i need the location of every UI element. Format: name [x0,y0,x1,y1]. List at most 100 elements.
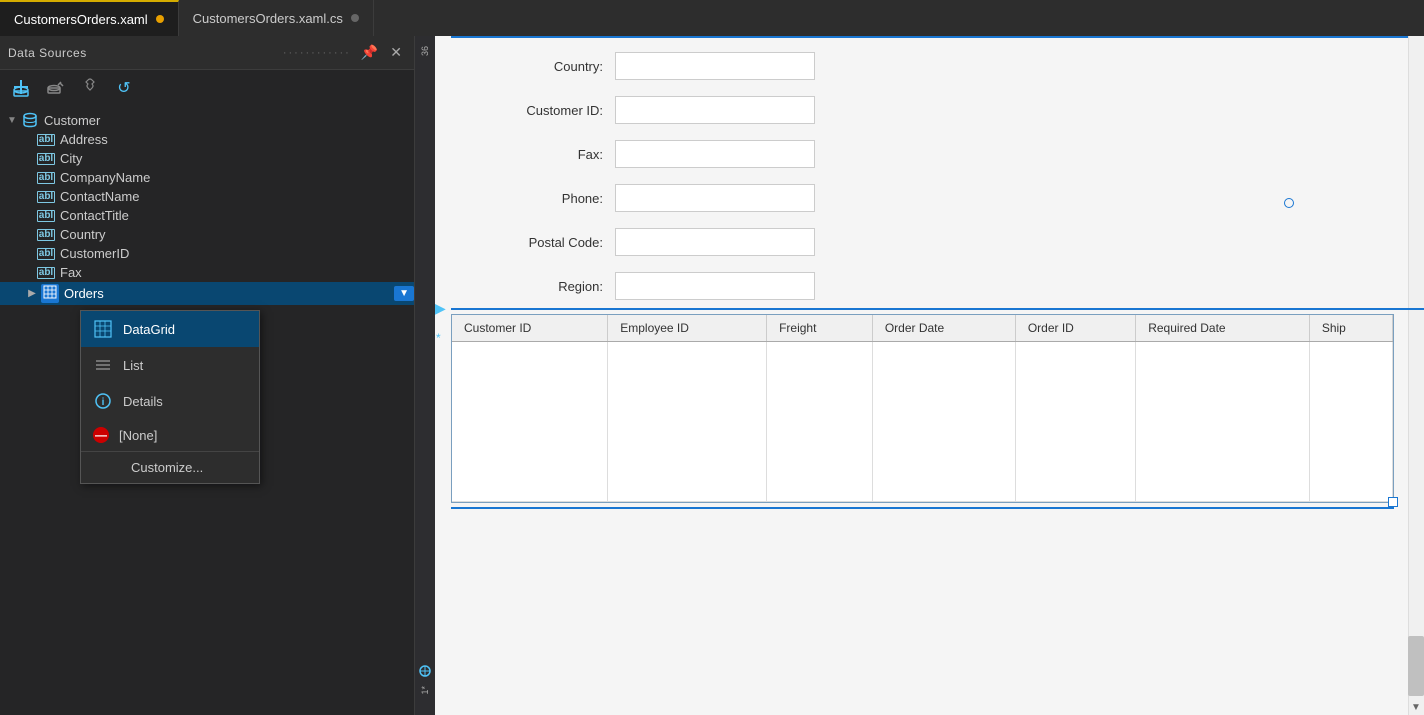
tree-item-city[interactable]: abl City [0,149,414,168]
orders-dropdown-menu: DataGrid List [80,310,260,484]
main-layout: Data Sources ············ 📌 ✕ ↺ [0,36,1424,715]
none-icon: — [93,427,109,443]
label-postal-code: Postal Code: [455,235,615,250]
dropdown-label-customize: Customize... [131,460,203,475]
tab-customers-orders-xaml[interactable]: CustomersOrders.xaml [0,0,179,36]
ruler-mark-1star: 1* [420,686,430,695]
tree-item-orders[interactable]: ▶ Orders ▼ [0,282,414,305]
dropdown-label-details: Details [123,394,163,409]
tree-label-orders: Orders [64,286,390,301]
tab-label: CustomersOrders.xaml [14,12,148,27]
vertical-ruler: 36 1* [415,36,435,715]
selection-line-top [451,36,1408,38]
scrollbar-thumb[interactable] [1408,636,1424,696]
panel-close-button[interactable]: ✕ [386,42,406,63]
list-icon [93,355,113,375]
table-cell [872,342,1015,502]
configure-button[interactable] [76,74,104,102]
input-region[interactable] [615,272,815,300]
input-postal-code[interactable] [615,228,815,256]
col-freight: Freight [767,315,873,342]
dropdown-item-customize[interactable]: Customize... [81,451,259,483]
data-sources-panel: Data Sources ············ 📌 ✕ ↺ [0,36,415,715]
ruler-connector-top [418,664,432,681]
tree-item-companyname[interactable]: abl CompanyName [0,168,414,187]
field-icon-companyname: abl [36,172,56,184]
label-region: Region: [455,279,615,294]
tree-item-address[interactable]: abl Address [0,130,414,149]
add-datasource-button[interactable] [8,74,36,102]
label-country: Country: [455,59,615,74]
col-order-id: Order ID [1015,315,1135,342]
panel-header: Data Sources ············ 📌 ✕ [0,36,414,70]
table-cell [1309,342,1392,502]
orders-dropdown-button[interactable]: ▼ [394,286,414,301]
dropdown-label-list: List [123,358,143,373]
panel-separator: ············ [283,47,351,59]
expand-customer-icon[interactable]: ▼ [4,115,20,126]
tab-modified-dot [156,15,164,23]
label-customer-id: Customer ID: [455,103,615,118]
form-row-region: Region: [435,264,1424,308]
tab-bar: CustomersOrders.xaml CustomersOrders.xam… [0,0,1424,36]
dropdown-item-none[interactable]: — [None] [81,419,259,451]
ruler-mark-36: 36 [420,46,430,56]
svg-text:i: i [102,397,105,408]
table-cell [608,342,767,502]
dropdown-item-datagrid[interactable]: DataGrid [81,311,259,347]
refresh-button[interactable]: ↺ [110,74,138,102]
col-employee-id: Employee ID [608,315,767,342]
field-icon-city: abl [36,153,56,165]
label-phone: Phone: [455,191,615,206]
tree-label-contactname: ContactName [60,189,414,204]
selection-divider: ▶ [451,308,1424,310]
field-icon-country: abl [36,229,56,241]
input-customer-id[interactable] [615,96,815,124]
tree-item-customerid[interactable]: abl CustomerID [0,244,414,263]
tree-label-customer: Customer [44,113,414,128]
tree-item-contactname[interactable]: abl ContactName [0,187,414,206]
edit-datasource-button[interactable] [42,74,70,102]
field-icon-contacttitle: abl [36,210,56,222]
label-fax: Fax: [455,147,615,162]
input-phone[interactable] [615,184,815,212]
vertical-scrollbar[interactable]: ▼ [1408,36,1424,715]
expand-orders-icon[interactable]: ▶ [24,288,40,299]
tab-label-cs: CustomersOrders.xaml.cs [193,11,343,26]
tree-item-fax[interactable]: abl Fax [0,263,414,282]
dropdown-item-list[interactable]: List [81,347,259,383]
designer-table: Customer ID Employee ID Freight Order Da… [452,315,1393,502]
tab-unmodified-dot [351,14,359,22]
form-row-postal-code: Postal Code: [435,220,1424,264]
col-customer-id: Customer ID [452,315,608,342]
table-row [452,342,1393,502]
tree-label-customerid: CustomerID [60,246,414,261]
dropdown-label-datagrid: DataGrid [123,322,175,337]
col-order-date: Order Date [872,315,1015,342]
input-fax[interactable] [615,140,815,168]
tree-label-city: City [60,151,414,166]
form-row-fax: Fax: [435,132,1424,176]
connector-circle [1284,198,1294,208]
dropdown-item-details[interactable]: i Details [81,383,259,419]
resize-handle[interactable] [1388,497,1398,507]
table-cell [1136,342,1310,502]
field-icon-fax: abl [36,267,56,279]
designer-surface: Country: Customer ID: Fax: Phone: [435,36,1424,715]
input-country[interactable] [615,52,815,80]
selection-divider-bottom [451,507,1394,509]
designer-panel: 36 1* Country: [415,36,1424,715]
scroll-down-arrow[interactable]: ▼ [1408,699,1424,715]
tree-item-customer[interactable]: ▼ Customer [0,110,414,130]
tree-item-country[interactable]: abl Country [0,225,414,244]
panel-pin-button[interactable]: 📌 [357,42,382,63]
panel-title: Data Sources [8,46,277,60]
tree-area: ▼ Customer abl Address abl City [0,106,414,715]
datagrid-icon [93,319,113,339]
tree-item-contacttitle[interactable]: abl ContactTitle [0,206,414,225]
form-row-phone: Phone: [435,176,1424,220]
dropdown-label-none: [None] [119,428,157,443]
tab-customers-orders-cs[interactable]: CustomersOrders.xaml.cs [179,0,374,36]
tree-label-companyname: CompanyName [60,170,414,185]
field-icon-contactname: abl [36,191,56,203]
